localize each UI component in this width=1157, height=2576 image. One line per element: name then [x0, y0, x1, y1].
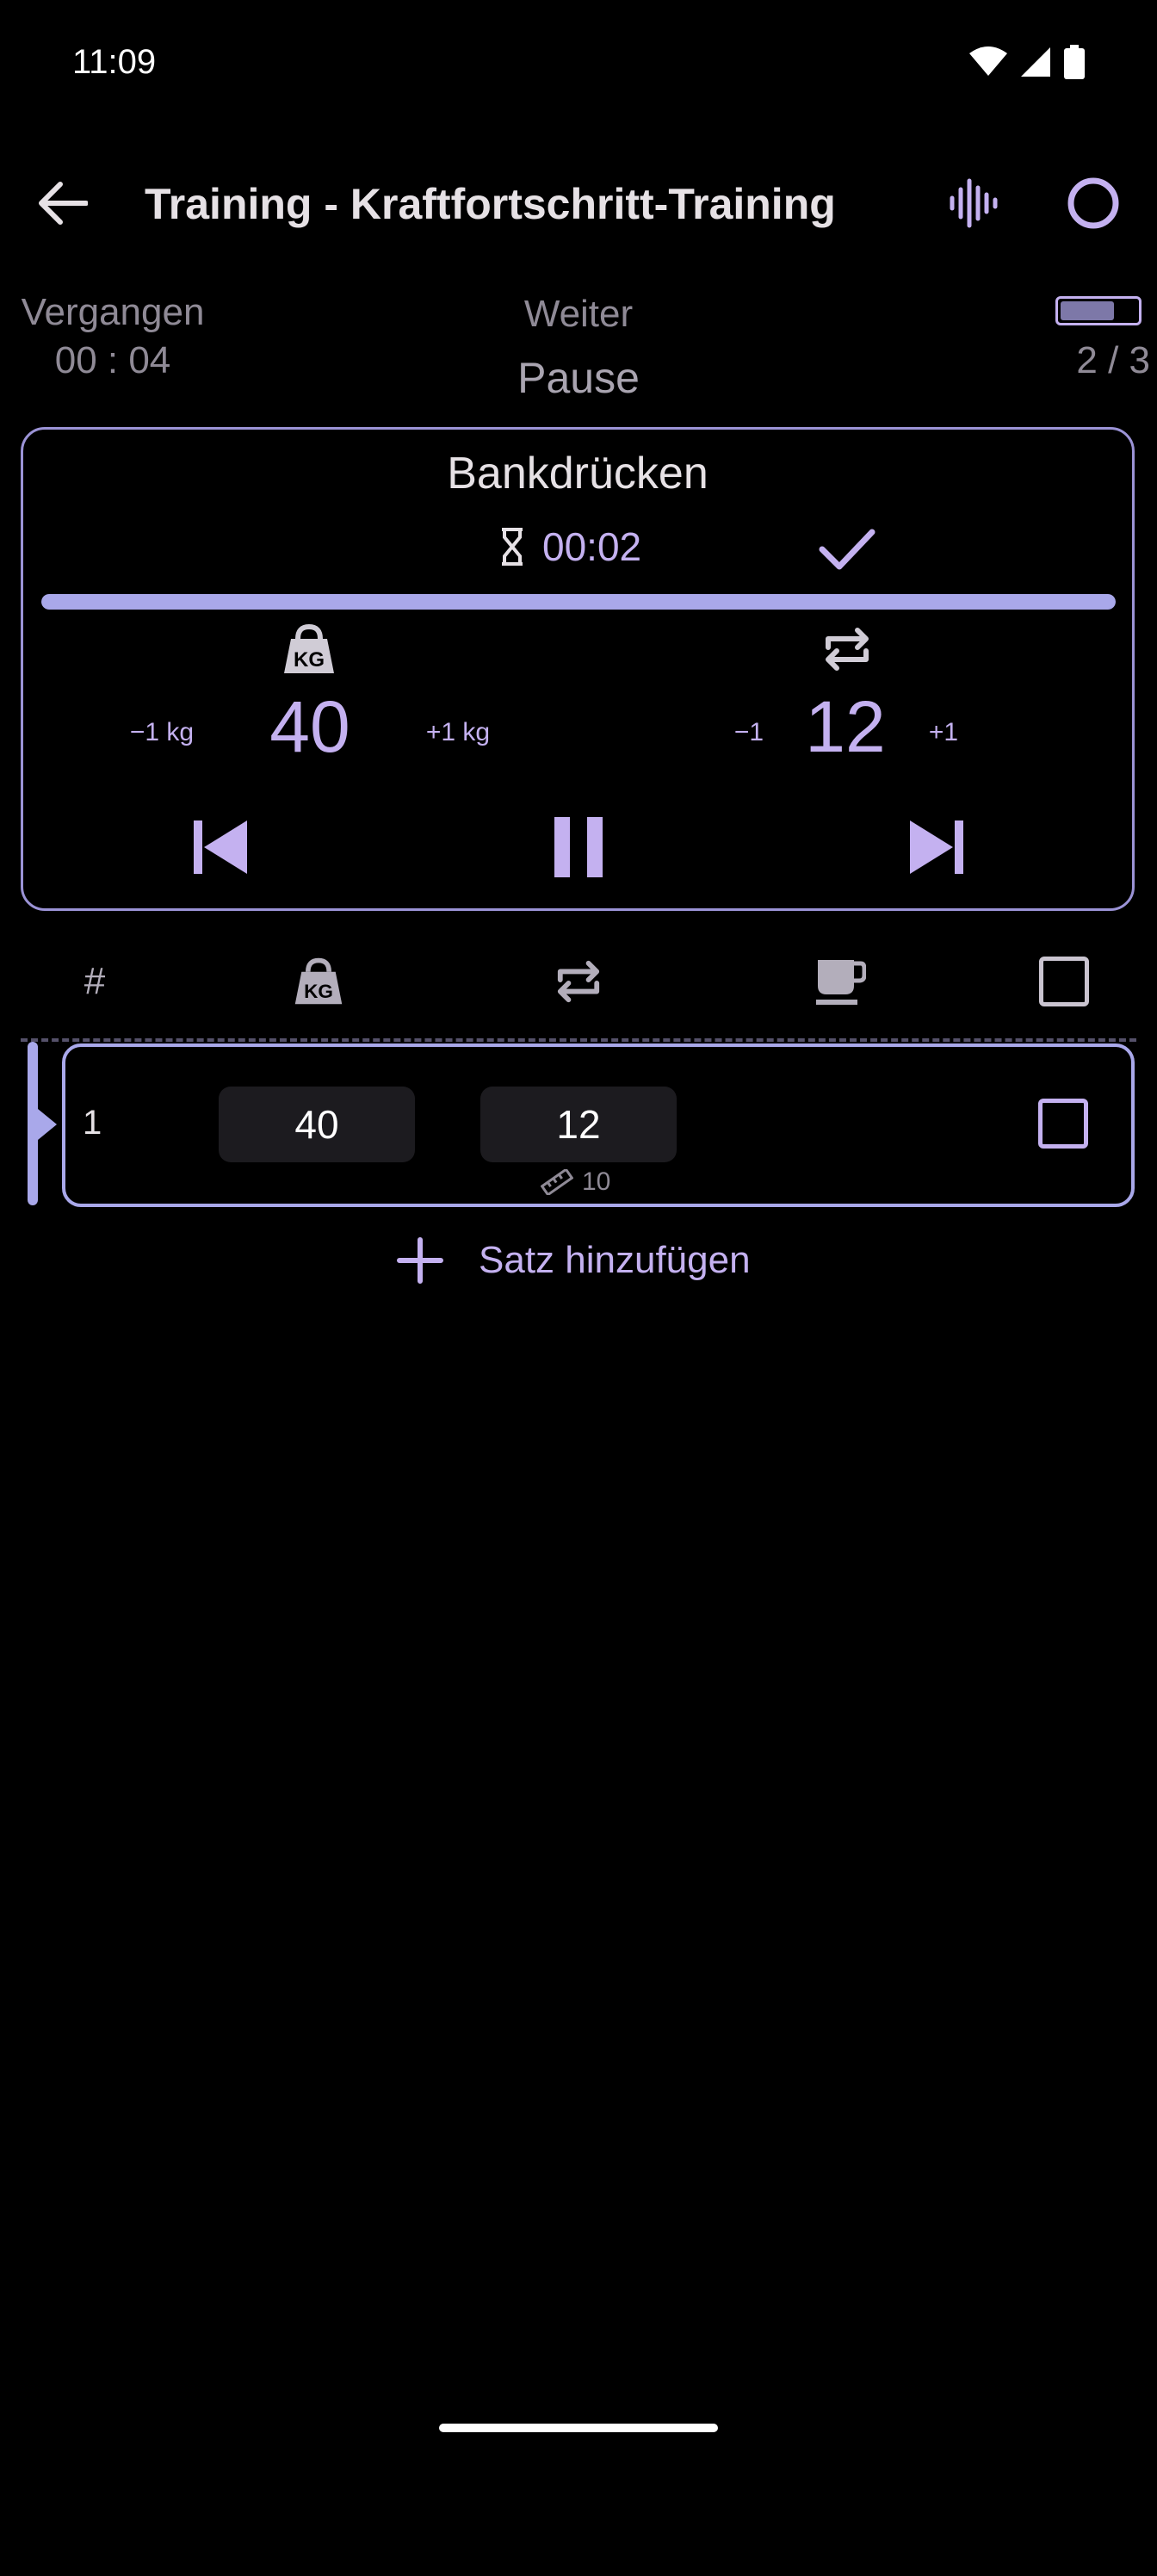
pause-button[interactable] [527, 804, 630, 890]
rest-timer: 00:02 [499, 523, 641, 570]
column-header-done[interactable] [1021, 947, 1107, 1016]
column-header-reps [535, 947, 622, 1016]
signal-icon [1021, 47, 1050, 77]
status-icons [969, 45, 1085, 79]
svg-text:KG: KG [304, 981, 333, 1002]
column-header-weight: KG [275, 947, 362, 1016]
arrow-back-icon [39, 182, 88, 225]
svg-text:KG: KG [294, 648, 325, 672]
skip-next-icon [910, 820, 963, 874]
next-value: Pause [517, 354, 640, 402]
set-number: 1 [83, 1104, 102, 1142]
waveform-icon [950, 178, 998, 228]
plus-icon [397, 1237, 443, 1284]
set-weight-input[interactable]: 40 [219, 1087, 415, 1162]
workout-progress-bar [1055, 296, 1142, 325]
rest-timer-value: 00:02 [542, 524, 642, 569]
column-header-number: # [84, 960, 106, 1002]
wifi-icon [969, 46, 1007, 76]
weight-value: 40 [269, 686, 350, 767]
kettlebell-icon: KG [281, 623, 337, 675]
reps-decrease-button[interactable]: −1 [723, 718, 775, 747]
check-icon [819, 529, 875, 570]
rest-progress-fill [41, 594, 1116, 610]
reps-increase-button[interactable]: +1 [918, 718, 969, 747]
previous-reps: 10 [541, 1167, 610, 1197]
exercise-counter: 2 / 3 [1076, 339, 1150, 381]
elapsed-label: Vergangen [21, 291, 205, 333]
home-indicator[interactable] [439, 2424, 718, 2432]
next-label: Weiter [523, 293, 634, 335]
add-set-button[interactable]: Satz hinzufügen [396, 1236, 751, 1285]
next-button[interactable] [885, 804, 988, 890]
previous-button[interactable] [169, 804, 272, 890]
record-button[interactable] [1059, 172, 1128, 234]
voice-button[interactable] [938, 172, 1007, 234]
set-done-checkbox[interactable] [1038, 1099, 1088, 1149]
ruler-icon [541, 1169, 573, 1195]
repeat-icon [821, 625, 873, 673]
exercise-name: Bankdrücken [447, 449, 708, 498]
column-header-rest [797, 947, 883, 1016]
circle-icon [1067, 177, 1119, 229]
weight-increase-button[interactable]: +1 kg [406, 718, 510, 747]
complete-set-button[interactable] [809, 517, 885, 582]
set-reps-input[interactable]: 12 [480, 1087, 677, 1162]
coffee-cup-icon [816, 960, 866, 1005]
divider [21, 1038, 1136, 1042]
select-all-checkbox[interactable] [1039, 957, 1089, 1006]
rest-progress-bar [41, 594, 1116, 610]
status-time: 11:09 [72, 43, 157, 81]
elapsed-time: 00 : 04 [54, 339, 171, 381]
add-set-label: Satz hinzufügen [479, 1239, 751, 1281]
skip-previous-icon [194, 820, 247, 874]
page-title: Training - Kraftfortschritt-Training [145, 180, 836, 228]
reps-value: 12 [805, 686, 886, 767]
weight-decrease-button[interactable]: −1 kg [110, 718, 213, 747]
repeat-icon [557, 960, 600, 1003]
workout-progress-fill [1061, 301, 1114, 320]
pause-icon [554, 817, 603, 877]
hourglass-icon [502, 528, 523, 566]
kettlebell-icon: KG [294, 957, 343, 1005]
back-button[interactable] [31, 172, 93, 234]
battery-status-icon [1064, 45, 1085, 79]
current-set-indicator-icon [38, 1109, 57, 1140]
previous-reps-value: 10 [582, 1167, 611, 1196]
